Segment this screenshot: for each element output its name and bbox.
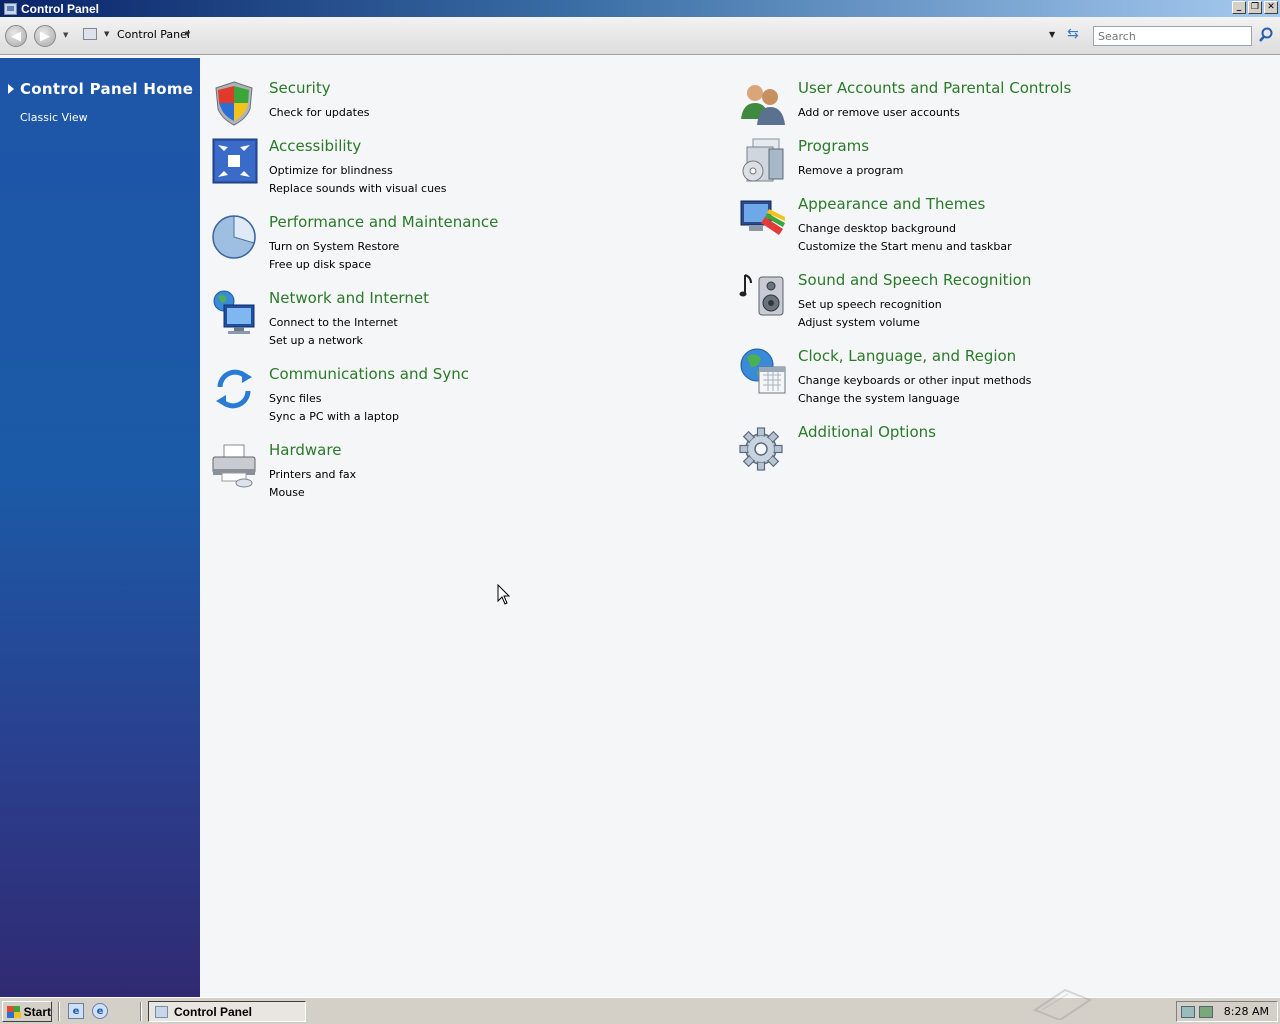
control-panel-taskbar-icon: [155, 1005, 168, 1018]
sidebar-item-label: Control Panel Home: [20, 80, 194, 98]
sidebar-item-classic-view[interactable]: Classic View: [20, 111, 88, 124]
start-label: Start: [23, 1004, 51, 1019]
search-icon[interactable]: [1258, 26, 1274, 44]
link-sync-files[interactable]: Sync files: [269, 392, 322, 405]
start-button[interactable]: Start: [2, 1001, 52, 1022]
windows-logo-icon: [7, 1005, 21, 1018]
window-controls: _ ❐ ✕: [1232, 1, 1278, 14]
link-adjust-system-volume[interactable]: Adjust system volume: [798, 316, 920, 329]
mouse-pointer-icon: [497, 584, 511, 605]
window-title: Control Panel: [21, 1, 100, 16]
show-desktop-icon[interactable]: e: [68, 1003, 84, 1019]
category-title-additional-options[interactable]: Additional Options: [798, 423, 936, 441]
sidebar-item-control-panel-home[interactable]: Control Panel Home: [8, 80, 193, 98]
link-change-system-language[interactable]: Change the system language: [798, 392, 960, 405]
taskbar-clock[interactable]: 8:28 AM: [1224, 1005, 1269, 1018]
link-add-remove-user-accounts[interactable]: Add or remove user accounts: [798, 106, 960, 119]
category-title-clock-language-region[interactable]: Clock, Language, and Region: [798, 347, 1016, 365]
security-tray-icon[interactable]: [1199, 1005, 1213, 1018]
category-title-user-accounts[interactable]: User Accounts and Parental Controls: [798, 79, 1071, 97]
taskbar-divider: [140, 1002, 142, 1021]
refresh-icon[interactable]: ⇆: [1067, 26, 1079, 42]
category-title-programs[interactable]: Programs: [798, 137, 869, 155]
category-title-appearance[interactable]: Appearance and Themes: [798, 195, 985, 213]
users-icon[interactable]: [739, 79, 787, 127]
minimize-button[interactable]: _: [1232, 1, 1246, 14]
category-title-sound[interactable]: Sound and Speech Recognition: [798, 271, 1031, 289]
address-toolbar: ◀ ▶ ▼ ▼ Control Panel ▼ ▼ ⇆: [0, 17, 1280, 55]
category-title-accessibility[interactable]: Accessibility: [269, 137, 361, 155]
link-mouse[interactable]: Mouse: [269, 486, 305, 499]
link-turn-on-system-restore[interactable]: Turn on System Restore: [269, 240, 399, 253]
category-title-security[interactable]: Security: [269, 79, 331, 97]
link-optimize-for-blindness[interactable]: Optimize for blindness: [269, 164, 393, 177]
sidebar: Control Panel Home Classic View: [0, 58, 200, 997]
accessibility-icon[interactable]: [210, 137, 258, 185]
taskbar-divider: [58, 1002, 60, 1021]
address-dropdown-icon[interactable]: ▼: [1049, 30, 1055, 39]
link-change-keyboards[interactable]: Change keyboards or other input methods: [798, 374, 1031, 387]
clock-globe-icon[interactable]: [739, 347, 787, 395]
printer-icon[interactable]: [210, 441, 258, 489]
link-check-for-updates[interactable]: Check for updates: [269, 106, 369, 119]
network-tray-icon[interactable]: [1181, 1005, 1195, 1018]
link-replace-sounds[interactable]: Replace sounds with visual cues: [269, 182, 447, 195]
taskbar-button-label: Control Panel: [174, 1004, 253, 1019]
arrow-right-icon: [8, 84, 14, 94]
security-shield-icon[interactable]: [210, 79, 258, 127]
category-view: Security Check for updates Accessibility…: [200, 58, 1280, 997]
restore-button[interactable]: ❐: [1248, 1, 1262, 14]
link-set-up-network[interactable]: Set up a network: [269, 334, 363, 347]
link-free-up-disk-space[interactable]: Free up disk space: [269, 258, 371, 271]
breadcrumb-chevron-icon[interactable]: ▼: [185, 30, 190, 38]
programs-icon[interactable]: [739, 137, 787, 185]
search-input[interactable]: [1093, 26, 1252, 46]
link-sync-pc-laptop[interactable]: Sync a PC with a laptop: [269, 410, 399, 423]
forward-button[interactable]: ▶: [34, 25, 56, 47]
control-panel-breadcrumb-icon[interactable]: [83, 28, 97, 40]
link-customize-start-menu[interactable]: Customize the Start menu and taskbar: [798, 240, 1012, 253]
link-printers-and-fax[interactable]: Printers and fax: [269, 468, 356, 481]
network-globe-icon[interactable]: [210, 289, 258, 337]
sync-arrows-icon[interactable]: [210, 365, 258, 413]
title-bar: Control Panel _ ❐ ✕: [0, 0, 1280, 17]
link-remove-a-program[interactable]: Remove a program: [798, 164, 903, 177]
system-tray: 8:28 AM: [1176, 1001, 1278, 1022]
appearance-icon[interactable]: [739, 195, 787, 243]
breadcrumb-control-panel[interactable]: Control Panel: [117, 28, 190, 41]
link-connect-to-internet[interactable]: Connect to the Internet: [269, 316, 398, 329]
control-panel-app-icon[interactable]: [4, 2, 17, 15]
close-button[interactable]: ✕: [1264, 1, 1278, 14]
category-title-performance[interactable]: Performance and Maintenance: [269, 213, 498, 231]
back-button[interactable]: ◀: [5, 25, 27, 47]
internet-explorer-icon[interactable]: e: [92, 1003, 108, 1019]
category-title-communications-sync[interactable]: Communications and Sync: [269, 365, 469, 383]
taskbar-button-control-panel[interactable]: Control Panel: [148, 1001, 306, 1022]
performance-pie-icon[interactable]: [210, 213, 258, 261]
link-change-desktop-background[interactable]: Change desktop background: [798, 222, 956, 235]
watermark-book-icon: [1032, 988, 1093, 1020]
recent-pages-chevron-icon[interactable]: ▼: [63, 31, 68, 39]
gear-icon[interactable]: [739, 423, 787, 471]
category-title-hardware[interactable]: Hardware: [269, 441, 341, 459]
link-set-up-speech-recognition[interactable]: Set up speech recognition: [798, 298, 942, 311]
breadcrumb-root-chevron-icon[interactable]: ▼: [104, 30, 109, 38]
speaker-icon[interactable]: [739, 271, 787, 319]
category-title-network[interactable]: Network and Internet: [269, 289, 429, 307]
